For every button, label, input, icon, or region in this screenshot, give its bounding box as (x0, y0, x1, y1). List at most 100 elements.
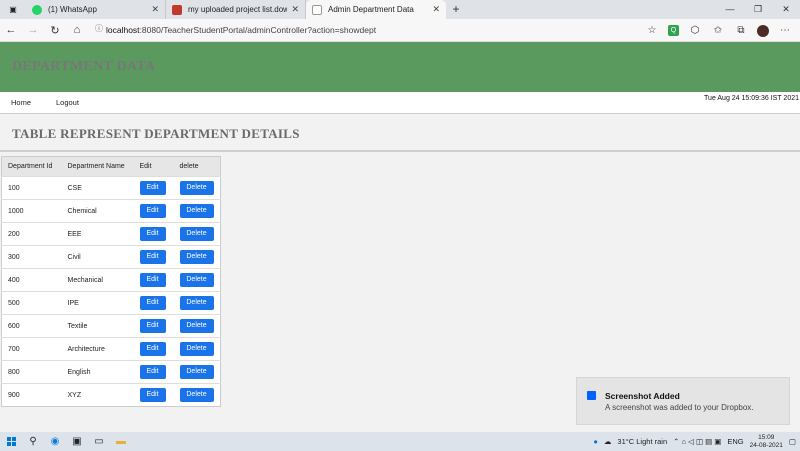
info-icon[interactable]: ⓘ (92, 23, 106, 37)
clock-date: 24-08-2021 (749, 441, 783, 449)
table-row: 400 Mechanical Edit Delete (1, 268, 221, 292)
column-header: Department Name (61, 156, 134, 177)
edit-button[interactable]: Edit (139, 273, 166, 287)
delete-cell: Delete (173, 383, 221, 407)
delete-cell: Delete (173, 222, 221, 246)
edit-button[interactable]: Edit (139, 365, 166, 379)
edit-cell: Edit (133, 314, 174, 338)
close-window-icon[interactable]: ✕ (772, 0, 800, 19)
edit-button[interactable]: Edit (139, 250, 166, 264)
department-id: 1000 (1, 199, 62, 223)
favorites-icon[interactable]: ✩ (711, 25, 725, 36)
back-icon[interactable]: ← (0, 24, 22, 36)
department-name: English (61, 360, 134, 384)
department-name: XYZ (61, 383, 134, 407)
search-icon[interactable]: ⚲ (22, 432, 44, 451)
delete-cell: Delete (173, 360, 221, 384)
delete-button[interactable]: Delete (179, 365, 214, 379)
nav-menu: Home Logout Tue Aug 24 15:09:36 IST 2021 (0, 92, 800, 114)
table-row: 100 CSE Edit Delete (1, 176, 221, 200)
tray-icons[interactable]: ⌃ ⌂ ◁ ◫ ▤ ▣ (673, 437, 721, 446)
edit-button[interactable]: Edit (139, 319, 166, 333)
dropbox-icon (587, 391, 596, 400)
refresh-icon[interactable]: ↻ (44, 24, 66, 37)
delete-cell: Delete (173, 199, 221, 223)
weather-icon: ☁ (603, 437, 612, 446)
more-menu-icon[interactable]: ⋯ (778, 25, 792, 36)
close-icon[interactable]: ✕ (151, 4, 159, 15)
edit-button[interactable]: Edit (139, 296, 166, 310)
edit-button[interactable]: Edit (139, 204, 166, 218)
close-icon[interactable]: ✕ (291, 4, 299, 15)
clock[interactable]: 15:09 24-08-2021 (750, 434, 783, 450)
restore-icon[interactable]: ❐ (744, 0, 772, 19)
close-icon[interactable]: ✕ (432, 4, 440, 15)
home-link[interactable]: Home (11, 98, 31, 107)
windows-taskbar: ⚲ ◉ ▣ ▭ ▬ ● ☁ 31°C Light rain ⌃ ⌂ ◁ ◫ ▤ … (0, 432, 800, 451)
home-icon[interactable]: ⌂ (66, 24, 88, 36)
delete-button[interactable]: Delete (179, 250, 214, 264)
language-indicator[interactable]: ENG (727, 437, 743, 446)
delete-button[interactable]: Delete (179, 227, 214, 241)
window-controls: — ❐ ✕ (716, 0, 800, 19)
tab-admin-department[interactable]: Admin Department Data ✕ (306, 0, 446, 19)
extension-icon[interactable]: Q (668, 25, 679, 36)
table-body: 100 CSE Edit Delete 1000 Chemical Edit Delete 20… (1, 176, 221, 407)
edit-cell: Edit (133, 222, 174, 246)
collections-icon[interactable]: ⧉ (734, 25, 748, 36)
page-icon (312, 4, 322, 15)
edit-button[interactable]: Edit (139, 342, 166, 356)
table-row: 500 IPE Edit Delete (1, 291, 221, 315)
start-button[interactable] (0, 432, 22, 451)
delete-cell: Delete (173, 337, 221, 361)
system-tray: ● ☁ 31°C Light rain ⌃ ⌂ ◁ ◫ ▤ ▣ ENG 15:0… (593, 432, 800, 451)
favorite-star-icon[interactable]: ☆ (645, 25, 659, 36)
edit-button[interactable]: Edit (139, 181, 166, 195)
delete-button[interactable]: Delete (179, 319, 214, 333)
tab-actions-icon[interactable]: ▣ (0, 0, 26, 19)
delete-button[interactable]: Delete (179, 388, 214, 402)
address-toolbar: ← → ↻ ⌂ ⓘ localhost:8080/TeacherStudentP… (0, 19, 800, 42)
delete-button[interactable]: Delete (179, 296, 214, 310)
delete-button[interactable]: Delete (179, 181, 214, 195)
weather-text[interactable]: 31°C Light rain (617, 437, 667, 446)
delete-cell: Delete (173, 176, 221, 200)
profile-avatar[interactable] (757, 24, 769, 37)
minimize-icon[interactable]: — (716, 0, 744, 19)
edit-button[interactable]: Edit (139, 227, 166, 241)
column-header: Department Id (1, 156, 62, 177)
url-field[interactable]: ⓘ localhost:8080/TeacherStudentPortal/ad… (92, 22, 562, 39)
app-icon[interactable]: ▣ (66, 432, 88, 451)
table-row: 600 Textile Edit Delete (1, 314, 221, 338)
help-icon[interactable]: ● (593, 437, 598, 446)
notifications-icon[interactable]: ▢ (789, 437, 796, 446)
extensions-puzzle-icon[interactable]: ⬡ (688, 25, 702, 36)
notification-message: A screenshot was added to your Dropbox. (605, 403, 754, 412)
department-name: Textile (61, 314, 134, 338)
whatsapp-icon (32, 4, 42, 15)
edge-icon[interactable]: ◉ (44, 432, 66, 451)
delete-button[interactable]: Delete (179, 342, 214, 356)
file-explorer-icon[interactable]: ▬ (110, 432, 132, 451)
browser-toolbar-icons: ☆ Q ⬡ ✩ ⧉ ⋯ (645, 19, 792, 42)
delete-button[interactable]: Delete (179, 273, 214, 287)
logout-link[interactable]: Logout (56, 98, 79, 107)
delete-button[interactable]: Delete (179, 204, 214, 218)
department-name: CSE (61, 176, 134, 200)
tab-whatsapp[interactable]: (1) WhatsApp ✕ (26, 0, 166, 19)
current-datetime: Tue Aug 24 15:09:36 IST 2021 (704, 95, 799, 102)
terminal-icon[interactable]: ▭ (88, 432, 110, 451)
department-name: Architecture (61, 337, 134, 361)
edit-cell: Edit (133, 245, 174, 269)
dropbox-notification[interactable]: Screenshot Added A screenshot was added … (576, 377, 790, 425)
new-tab-button[interactable]: + (446, 0, 466, 19)
tab-title: my uploaded project list.downlo (188, 5, 288, 14)
clock-time: 15:09 (758, 433, 775, 441)
department-id: 300 (1, 245, 62, 269)
edit-button[interactable]: Edit (139, 388, 166, 402)
department-id: 100 (1, 176, 62, 200)
edit-cell: Edit (133, 199, 174, 223)
forward-icon[interactable]: → (22, 24, 44, 36)
tab-project-list[interactable]: my uploaded project list.downlo ✕ (166, 0, 306, 19)
department-id: 500 (1, 291, 62, 315)
